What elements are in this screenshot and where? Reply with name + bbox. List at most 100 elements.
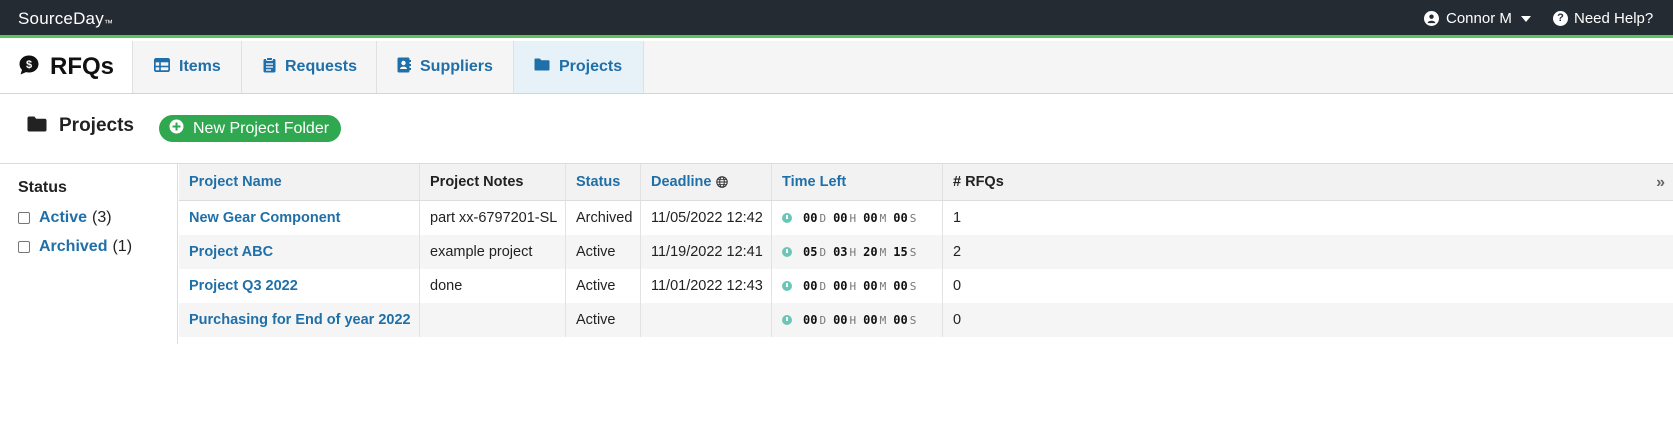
- deadline-cell: 11/05/2022 12:42: [641, 201, 772, 235]
- deadline-cell: [641, 303, 772, 337]
- column-time-left-label: Time Left: [782, 174, 847, 190]
- rfq-count-cell: 0: [953, 312, 962, 328]
- status-cell: Active: [566, 235, 641, 269]
- days-value: 00: [803, 313, 818, 327]
- user-icon: [1424, 11, 1439, 26]
- section-title-text: RFQs: [50, 53, 115, 80]
- minutes-value: 00: [863, 279, 878, 293]
- minutes-value: 00: [863, 211, 878, 225]
- column-deadline-label: Deadline: [651, 174, 712, 190]
- hours-unit: H: [849, 211, 857, 225]
- seconds-value: 00: [893, 211, 908, 225]
- hours-unit: H: [849, 245, 857, 259]
- user-menu[interactable]: Connor M: [1424, 10, 1531, 27]
- tab-items-label: Items: [179, 58, 221, 75]
- column-project-notes-label: Project Notes: [430, 174, 524, 190]
- status-filter-header: Status: [18, 179, 67, 196]
- hours-unit: H: [849, 279, 857, 293]
- section-title: $ RFQs: [0, 41, 133, 93]
- minutes-unit: M: [879, 245, 887, 259]
- column-project-name[interactable]: Project Name: [179, 164, 420, 200]
- table-header-row: Project Name Project Notes Status Deadli…: [179, 164, 1673, 201]
- tab-suppliers-label: Suppliers: [420, 58, 493, 75]
- column-time-left[interactable]: Time Left: [772, 164, 943, 200]
- plus-circle-icon: [169, 119, 184, 139]
- status-filter-panel: Status Active (3) Archived (1): [0, 164, 178, 344]
- seconds-value: 15: [893, 245, 908, 259]
- section-nav: $ RFQs Items Requests Suppliers Projects: [0, 41, 1673, 94]
- project-name-link[interactable]: Project ABC: [189, 244, 273, 260]
- countdown-timer: 00 D 00 H 00 M 00 S: [782, 211, 923, 225]
- days-value: 00: [803, 211, 818, 225]
- project-name-link[interactable]: Purchasing for End of year 2022: [189, 312, 411, 328]
- days-unit: D: [819, 279, 827, 293]
- help-label: Need Help?: [1574, 10, 1654, 27]
- project-notes-cell: example project: [420, 235, 566, 269]
- column-status[interactable]: Status: [566, 164, 641, 200]
- minutes-unit: M: [879, 279, 887, 293]
- days-value: 00: [803, 279, 818, 293]
- folder-icon: [27, 116, 47, 137]
- seconds-value: 00: [893, 313, 908, 327]
- user-name: Connor M: [1446, 10, 1512, 27]
- status-cell: Active: [566, 303, 641, 337]
- project-notes-cell: done: [420, 269, 566, 303]
- project-name-link[interactable]: New Gear Component: [189, 210, 340, 226]
- filter-archived-count: (1): [112, 238, 133, 255]
- filter-active-count: (3): [92, 209, 112, 226]
- tab-items[interactable]: Items: [133, 41, 242, 93]
- filter-active-label[interactable]: Active: [39, 209, 87, 227]
- tab-requests-label: Requests: [285, 58, 358, 75]
- project-name-link[interactable]: Project Q3 2022: [189, 278, 298, 294]
- rfq-count-cell: 0: [953, 278, 962, 294]
- top-bar: SourceDay™ Connor M ? Need Help?: [0, 0, 1673, 38]
- column-rfqs-label: # RFQs: [953, 174, 1004, 190]
- project-name-cell: Purchasing for End of year 2022: [179, 303, 420, 337]
- minutes-value: 20: [863, 245, 878, 259]
- minutes-unit: M: [879, 313, 887, 327]
- seconds-unit: S: [909, 211, 917, 225]
- page-title: Projects: [59, 115, 134, 136]
- time-left-cell: 05 D 03 H 20 M 15 S: [772, 235, 943, 269]
- seconds-unit: S: [909, 313, 917, 327]
- table-icon: [153, 57, 171, 77]
- time-left-cell: 00 D 00 H 00 M 00 S: [772, 303, 943, 337]
- svg-text:$: $: [26, 59, 32, 71]
- new-project-folder-button[interactable]: New Project Folder: [159, 115, 342, 142]
- clock-icon: [782, 315, 792, 325]
- countdown-timer: 00 D 00 H 00 M 00 S: [782, 279, 923, 293]
- column-deadline[interactable]: Deadline: [641, 164, 772, 200]
- contact-book-icon: [397, 57, 411, 78]
- page-header: Projects: [27, 115, 134, 137]
- brand-logo[interactable]: SourceDay™: [18, 9, 113, 29]
- table-row: Project ABC example project Active 11/19/20…: [179, 235, 1673, 269]
- time-left-cell: 00 D 00 H 00 M 00 S: [772, 269, 943, 303]
- filter-active-checkbox[interactable]: [18, 212, 30, 224]
- question-icon: ?: [1553, 11, 1568, 26]
- filter-archived-checkbox[interactable]: [18, 241, 30, 253]
- tab-projects-label: Projects: [559, 58, 623, 75]
- deadline-cell: 11/01/2022 12:43: [641, 269, 772, 303]
- brand-mark: ™: [103, 18, 114, 28]
- days-unit: D: [819, 211, 827, 225]
- project-name-cell: Project Q3 2022: [179, 269, 420, 303]
- tab-requests[interactable]: Requests: [242, 41, 377, 93]
- table-row: Purchasing for End of year 2022 Active 00 D…: [179, 303, 1673, 337]
- filter-archived: Archived (1): [18, 238, 132, 256]
- filter-archived-label[interactable]: Archived: [39, 238, 107, 256]
- hours-unit: H: [849, 313, 857, 327]
- seconds-unit: S: [909, 245, 917, 259]
- chevron-down-icon: [1520, 15, 1531, 22]
- days-unit: D: [819, 313, 827, 327]
- hours-value: 00: [833, 279, 848, 293]
- seconds-value: 00: [893, 279, 908, 293]
- help-link[interactable]: ? Need Help?: [1553, 10, 1653, 27]
- status-cell: Active: [566, 269, 641, 303]
- tab-projects[interactable]: Projects: [514, 41, 644, 93]
- collapse-panel-icon[interactable]: »: [1656, 174, 1665, 192]
- countdown-timer: 00 D 00 H 00 M 00 S: [782, 313, 923, 327]
- filter-active: Active (3): [18, 209, 112, 227]
- minutes-unit: M: [879, 211, 887, 225]
- tab-suppliers[interactable]: Suppliers: [377, 41, 514, 93]
- seconds-unit: S: [909, 279, 917, 293]
